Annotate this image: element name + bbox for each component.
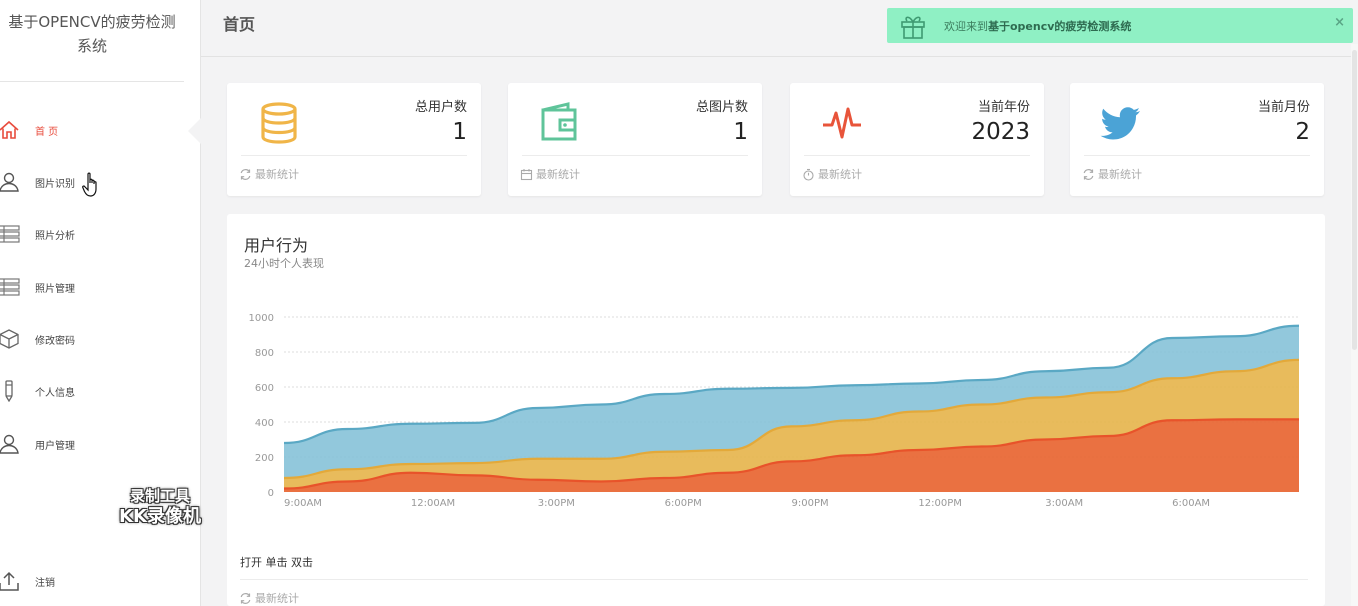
welcome-toast: 欢迎来到基于opencv的疲劳检测系统 × <box>887 8 1353 43</box>
close-icon[interactable]: × <box>1334 15 1345 30</box>
sidebar-item-photo-analysis[interactable]: 照片分析 <box>0 219 200 249</box>
sidebar-item-user-management[interactable]: 用户管理 <box>0 429 200 459</box>
stat-label: 总图片数 <box>695 100 748 115</box>
twitter-icon <box>1100 107 1140 140</box>
y-tick-label: 400 <box>255 418 274 429</box>
watermark-line-2: KK录像机 <box>119 506 201 527</box>
y-tick-label: 1000 <box>249 313 274 324</box>
hand-cursor-icon <box>82 172 97 197</box>
brand-line-2: 系统 <box>76 37 107 55</box>
sidebar-item-personal-info[interactable]: 个人信息 <box>0 376 200 406</box>
sidebar: 基于OPENCV的疲劳检测 系统 首 页 图片识别 照片分析 照片管理 修改密码 <box>0 0 201 606</box>
user-icon <box>0 171 20 193</box>
card-divider <box>522 155 748 156</box>
chart-subtitle: 24小时个人表现 <box>244 257 324 270</box>
y-tick-label: 600 <box>255 383 274 394</box>
stat-footer-text: 最新统计 <box>536 168 580 181</box>
card-divider <box>241 155 467 156</box>
sidebar-item-label: 照片分析 <box>35 230 75 242</box>
card-divider <box>804 155 1030 156</box>
stacked-area-chart[interactable]: 0 200 400 600 800 1000 9:00AM 12:00AM 3:00PM 6:00… <box>227 299 1325 524</box>
stat-footer: 最新统计 <box>520 166 580 182</box>
event-legend-text: 打开 单击 双击 <box>240 556 313 569</box>
brand-title: 基于OPENCV的疲劳检测 系统 <box>0 10 184 58</box>
stat-label: 当前年份 <box>977 100 1030 115</box>
sidebar-item-label: 用户管理 <box>35 440 75 452</box>
header: 首页 欢迎来到基于opencv的疲劳检测系统 × <box>201 0 1358 57</box>
toast-prefix: 欢迎来到 <box>944 20 988 33</box>
pen-icon <box>0 380 20 402</box>
stat-footer: 最新统计 <box>239 166 299 182</box>
x-tick-label: 9:00AM <box>284 498 322 509</box>
refresh-icon <box>240 592 251 604</box>
user-icon <box>0 433 20 455</box>
stat-card-month: 当前月份 2 最新统计 <box>1070 83 1324 196</box>
x-tick-label: 6:00AM <box>1172 498 1210 509</box>
list-icon <box>0 223 20 245</box>
stat-card-users: 总用户数 1 最新统计 <box>227 83 481 196</box>
upload-icon <box>0 570 20 592</box>
toast-message: 欢迎来到基于opencv的疲劳检测系统 <box>944 18 1131 34</box>
x-tick-label: 12:00PM <box>918 498 961 509</box>
user-behavior-panel: 用户行为 24小时个人表现 0 200 400 600 800 1000 9:00AM 12:… <box>227 214 1325 606</box>
card-divider <box>1084 155 1310 156</box>
sidebar-item-home[interactable]: 首 页 <box>0 115 200 145</box>
stat-label: 当前月份 <box>1257 100 1310 115</box>
x-tick-label: 9:00PM <box>792 498 829 509</box>
toast-system-name: 基于opencv的疲劳检测系统 <box>988 20 1132 33</box>
stat-card-images: 总图片数 1 最新统计 <box>508 83 762 196</box>
stat-footer-text: 最新统计 <box>1098 168 1142 181</box>
stopwatch-icon <box>803 168 814 181</box>
gift-icon <box>901 16 925 39</box>
x-tick-label: 3:00PM <box>538 498 575 509</box>
stat-value: 1 <box>733 119 748 145</box>
page-scrollbar[interactable] <box>1351 44 1358 606</box>
x-tick-label: 6:00PM <box>665 498 702 509</box>
stat-footer: 最新统计 <box>802 166 862 182</box>
sidebar-item-label: 个人信息 <box>35 387 75 399</box>
logout-label: 注销 <box>35 577 55 589</box>
brand-divider <box>0 81 184 82</box>
watermark-line-1: 录制工具 <box>129 487 190 505</box>
home-icon <box>0 119 20 141</box>
stat-footer-text: 最新统计 <box>818 168 862 181</box>
stat-footer: 最新统计 <box>1082 166 1142 182</box>
panel-footer: 最新统计 <box>239 590 299 606</box>
list-icon <box>0 276 20 298</box>
page-title: 首页 <box>223 15 256 34</box>
stat-value: 2023 <box>971 119 1030 145</box>
stat-value: 1 <box>452 119 467 145</box>
cube-icon <box>0 328 20 350</box>
chart-title: 用户行为 <box>244 236 309 255</box>
database-icon <box>261 102 297 144</box>
y-tick-label: 800 <box>255 348 274 359</box>
sidebar-item-label: 修改密码 <box>35 335 75 347</box>
stat-footer-text: 最新统计 <box>255 168 299 181</box>
wallet-icon <box>541 102 577 141</box>
panel-footer-text: 最新统计 <box>255 592 299 605</box>
y-tick-label: 200 <box>255 453 274 464</box>
stat-value: 2 <box>1295 119 1310 145</box>
y-tick-label: 0 <box>268 488 274 499</box>
sidebar-item-photo-management[interactable]: 照片管理 <box>0 272 200 302</box>
sidebar-item-label: 照片管理 <box>35 283 75 295</box>
stat-card-year: 当前年份 2023 最新统计 <box>790 83 1044 196</box>
refresh-icon <box>240 168 251 180</box>
x-tick-label: 12:00AM <box>411 498 455 509</box>
brand-line-1: 基于OPENCV的疲劳检测 <box>8 13 176 31</box>
pulse-icon <box>823 107 861 139</box>
stat-label: 总用户数 <box>414 100 467 115</box>
panel-divider <box>240 579 1308 580</box>
sidebar-item-label: 首 页 <box>35 126 59 138</box>
logout-button[interactable]: 注销 <box>0 566 200 596</box>
refresh-icon <box>1083 168 1094 180</box>
active-item-indicator <box>188 118 201 144</box>
sidebar-item-change-password[interactable]: 修改密码 <box>0 324 200 354</box>
sidebar-item-label: 图片识别 <box>35 178 75 190</box>
recorder-watermark: 录制工具 KK录像机 <box>110 486 210 528</box>
scrollbar-thumb[interactable] <box>1352 50 1357 350</box>
x-tick-label: 3:00AM <box>1045 498 1083 509</box>
calendar-icon <box>520 168 533 180</box>
